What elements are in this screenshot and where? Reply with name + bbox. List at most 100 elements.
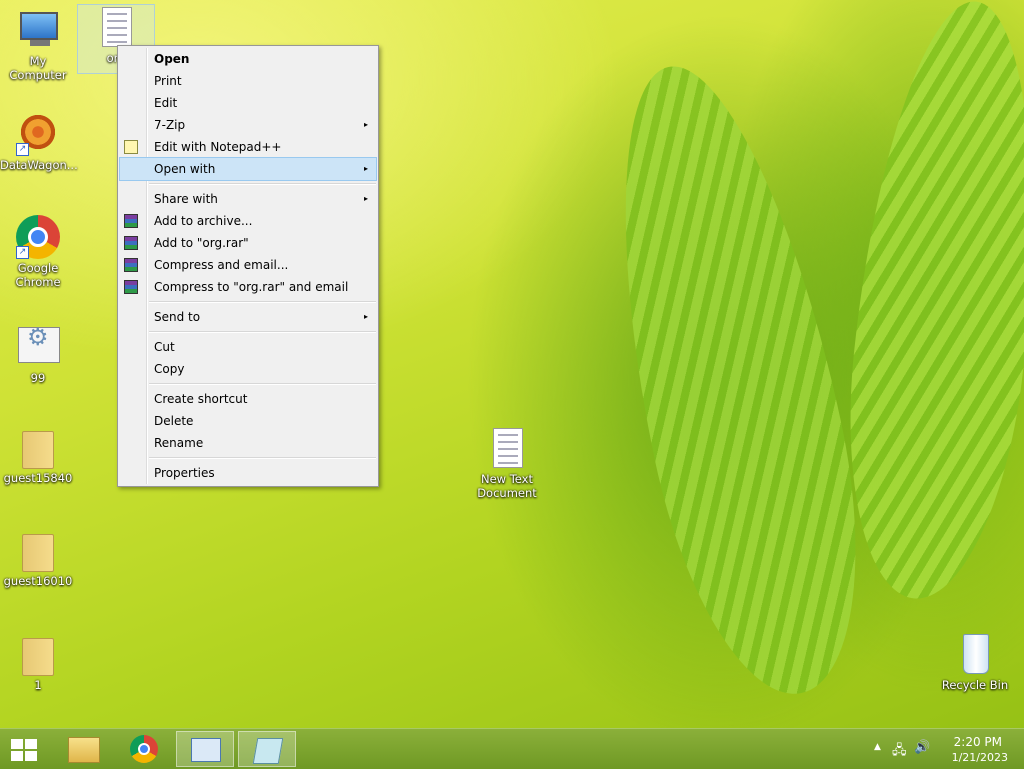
desktop-icon-label: My Computer <box>9 54 67 82</box>
taskbar: ▲ 🖧 🔊 2:20 PM 1/21/2023 <box>0 728 1024 769</box>
menu-item-label: Edit with Notepad++ <box>154 140 282 154</box>
taskbar-control-panel[interactable] <box>176 731 234 767</box>
text-file-icon <box>92 5 140 49</box>
chrome-icon <box>130 735 158 763</box>
menu-item-delete[interactable]: Delete <box>120 410 376 432</box>
desktop-icon-google-chrome[interactable]: ↗ Google Chrome <box>0 215 76 289</box>
menu-item-label: Print <box>154 74 182 88</box>
menu-item-label: 7-Zip <box>154 118 186 132</box>
menu-item-add-to-archive[interactable]: Add to archive... <box>120 210 376 232</box>
menu-item-send-to[interactable]: Send to ▸ <box>120 306 376 328</box>
menu-item-label: Add to archive... <box>154 214 253 228</box>
winrar-icon <box>124 258 138 272</box>
desktop-icon-label: guest16010 <box>3 574 73 588</box>
menu-item-share-with[interactable]: Share with ▸ <box>120 188 376 210</box>
volume-icon[interactable]: 🔊 <box>914 740 930 755</box>
menu-item-copy[interactable]: Copy <box>120 358 376 380</box>
menu-item-edit[interactable]: Edit <box>120 92 376 114</box>
menu-item-cut[interactable]: Cut <box>120 336 376 358</box>
menu-separator <box>149 183 376 185</box>
menu-item-add-to-org-rar[interactable]: Add to "org.rar" <box>120 232 376 254</box>
context-menu: Open Print Edit 7-Zip ▸ Edit with Notepad… <box>117 45 379 487</box>
network-icon[interactable]: 🖧 <box>892 741 907 763</box>
menu-separator <box>149 331 376 333</box>
wallpaper-leaf-left <box>575 47 895 713</box>
wallpaper-leaf-right <box>829 0 1024 608</box>
menu-item-label: Properties <box>154 466 215 480</box>
menu-item-label: Compress to "org.rar" and email <box>154 280 349 294</box>
folder-icon <box>14 425 62 469</box>
shortcut-arrow-icon: ↗ <box>16 143 29 156</box>
menu-separator <box>149 301 376 303</box>
clock-date[interactable]: 1/21/2023 <box>952 751 1008 764</box>
winrar-icon <box>124 280 138 294</box>
recycle-bin-icon <box>951 632 999 676</box>
desktop-icon-1[interactable]: 1 <box>0 632 76 692</box>
desktop-icon-label: New Text Document <box>477 472 537 500</box>
desktop-icon-label: guest15840 <box>3 471 73 485</box>
desktop-icon-guest15840[interactable]: guest15840 <box>0 425 76 485</box>
notepadpp-icon <box>124 140 138 154</box>
menu-item-label: Send to <box>154 310 201 324</box>
menu-item-print[interactable]: Print <box>120 70 376 92</box>
submenu-arrow-icon: ▸ <box>363 194 368 203</box>
menu-item-compress-to-org-rar-and-email[interactable]: Compress to "org.rar" and email <box>120 276 376 298</box>
menu-item-label: Share with <box>154 192 218 206</box>
text-file-icon <box>483 426 531 470</box>
menu-separator <box>149 383 376 385</box>
system-tray: ▲ 🖧 🔊 2:20 PM 1/21/2023 <box>864 729 1024 769</box>
winrar-icon <box>124 214 138 228</box>
winrar-icon <box>124 236 138 250</box>
submenu-arrow-icon: ▸ <box>363 312 368 321</box>
menu-item-open-with[interactable]: Open with ▸ <box>119 157 377 181</box>
folder-icon <box>14 632 62 676</box>
shortcut-arrow-icon: ↗ <box>16 246 29 259</box>
menu-item-label: Cut <box>154 340 175 354</box>
menu-item-edit-with-notepadpp[interactable]: Edit with Notepad++ <box>120 136 376 158</box>
submenu-arrow-icon: ▸ <box>363 120 368 129</box>
desktop-icon-label: DataWagon... <box>0 158 78 172</box>
windows-logo-icon <box>11 739 37 761</box>
menu-item-create-shortcut[interactable]: Create shortcut <box>120 388 376 410</box>
menu-item-label: Rename <box>154 436 204 450</box>
menu-item-label: Copy <box>154 362 185 376</box>
menu-item-7zip[interactable]: 7-Zip ▸ <box>120 114 376 136</box>
desktop-icon-99[interactable]: 99 <box>0 325 76 385</box>
desktop-icon-guest16010[interactable]: guest16010 <box>0 528 76 588</box>
desktop-icon-my-computer[interactable]: My Computer <box>0 8 76 82</box>
taskbar-google-chrome[interactable] <box>116 731 172 767</box>
desktop-icon-label: 1 <box>34 678 42 692</box>
desktop-icon-label: Recycle Bin <box>941 678 1009 692</box>
computer-icon <box>14 8 62 52</box>
control-panel-icon <box>191 738 221 762</box>
desktop-icon-recycle-bin[interactable]: Recycle Bin <box>937 632 1013 692</box>
desktop-icon-label: 99 <box>30 371 46 385</box>
menu-item-label: Open with <box>154 162 216 176</box>
menu-item-label: Add to "org.rar" <box>154 236 249 250</box>
menu-item-label: Open <box>154 52 190 66</box>
folder-icon <box>14 528 62 572</box>
menu-item-open[interactable]: Open <box>120 48 376 70</box>
notepad-icon <box>252 738 284 764</box>
show-hidden-icons-icon[interactable]: ▲ <box>874 742 881 752</box>
taskbar-notepad[interactable] <box>238 731 296 767</box>
menu-item-label: Edit <box>154 96 178 110</box>
menu-separator <box>149 457 376 459</box>
menu-item-compress-and-email[interactable]: Compress and email... <box>120 254 376 276</box>
desktop-icon-new-text-document[interactable]: New Text Document <box>469 426 545 500</box>
desktop-icon-datawagon[interactable]: ↗ DataWagon... <box>0 112 78 172</box>
taskbar-file-explorer[interactable] <box>54 731 110 767</box>
datawagon-icon: ↗ <box>14 112 62 156</box>
file-explorer-icon <box>68 737 100 763</box>
settings-file-icon <box>14 325 62 369</box>
menu-item-label: Create shortcut <box>154 392 248 406</box>
menu-item-rename[interactable]: Rename <box>120 432 376 454</box>
menu-item-label: Delete <box>154 414 194 428</box>
menu-item-properties[interactable]: Properties <box>120 462 376 484</box>
chrome-icon: ↗ <box>14 215 62 259</box>
menu-item-label: Compress and email... <box>154 258 289 272</box>
submenu-arrow-icon: ▸ <box>363 164 368 173</box>
clock-time[interactable]: 2:20 PM <box>954 735 1002 749</box>
start-button[interactable] <box>0 731 48 767</box>
desktop-icon-label: Google Chrome <box>15 261 61 289</box>
